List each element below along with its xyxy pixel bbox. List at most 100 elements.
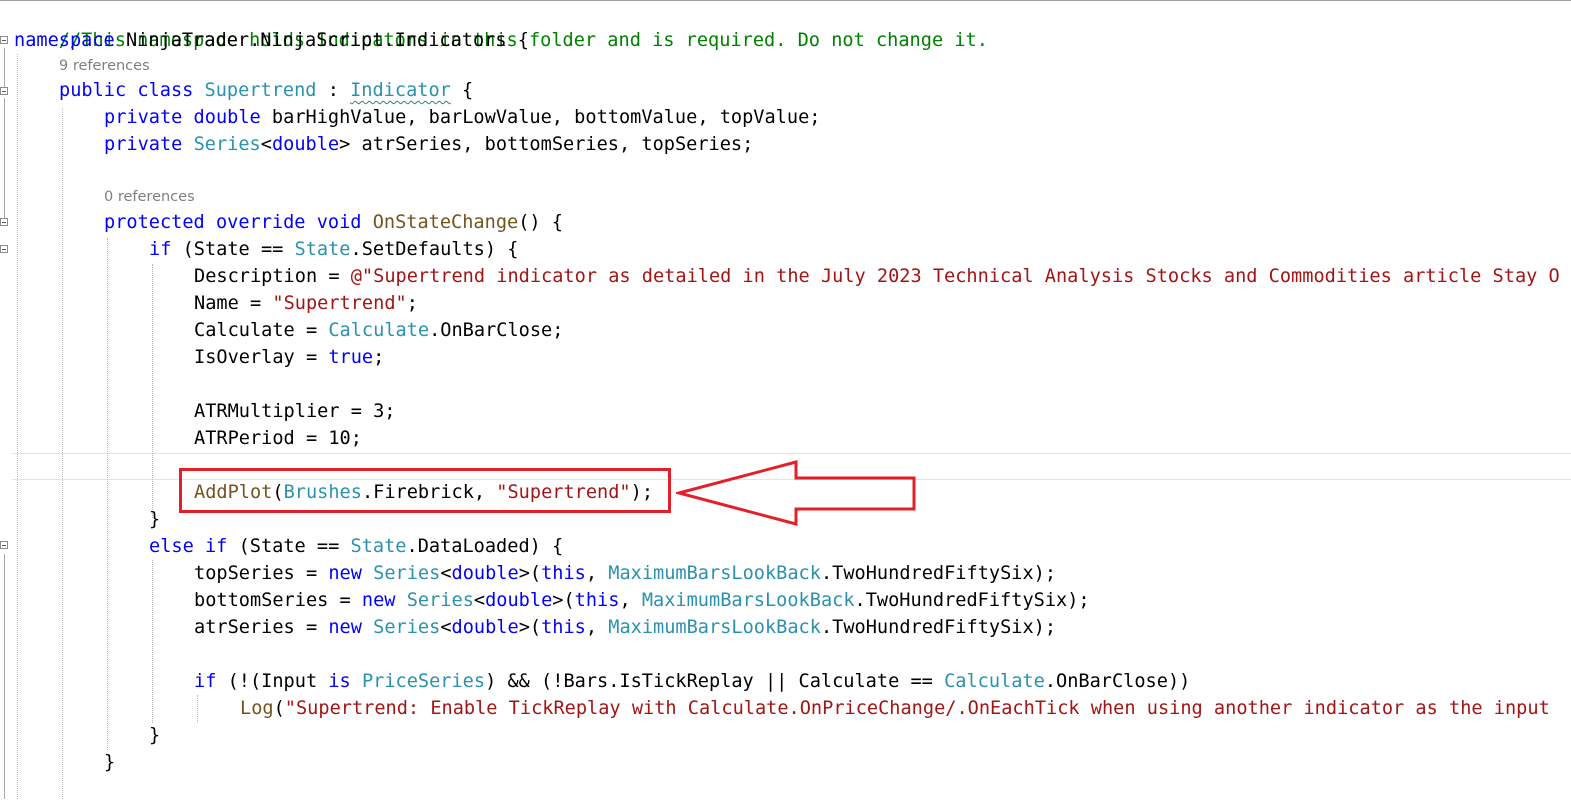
code-editor[interactable]: //This namespace holds Indicators in thi… — [0, 0, 1571, 801]
fold-toggle-class[interactable] — [0, 87, 8, 95]
fold-toggle-if[interactable] — [0, 245, 8, 253]
keyword: this — [574, 590, 620, 611]
code-line-calculate[interactable]: Calculate = Calculate.OnBarClose; — [194, 317, 563, 344]
code-text: IsOverlay = — [194, 347, 329, 368]
code-line-atrseries[interactable]: atrSeries = new Series<double>(this, Max… — [194, 614, 1056, 641]
code-text: ATRMultiplier = 3; — [194, 401, 396, 422]
keyword: private double — [104, 107, 261, 128]
code-line-atrperiod[interactable]: ATRPeriod = 10; — [194, 425, 362, 452]
indent-guide — [62, 108, 63, 799]
fold-toggle-else-if[interactable] — [0, 541, 8, 549]
keyword: if — [149, 239, 172, 260]
keyword: new — [328, 617, 362, 638]
code-line-log[interactable]: Log("Supertrend: Enable TickReplay with … — [240, 695, 1550, 722]
code-text: Name = — [194, 293, 273, 314]
code-text: , — [585, 617, 609, 638]
code-line-topseries[interactable]: topSeries = new Series<double>(this, Max… — [194, 560, 1056, 587]
string-literal: "Supertrend" — [272, 293, 407, 314]
code-line-if-input[interactable]: if (!(Input is PriceSeries) && (!Bars.Is… — [194, 668, 1190, 695]
code-text: NinjaTrader.NinjaScript.Indicators { — [114, 30, 529, 51]
keyword: double — [451, 617, 519, 638]
code-line-namespace[interactable]: namespace NinjaTrader.NinjaScript.Indica… — [14, 27, 529, 54]
keyword: new — [361, 590, 396, 611]
code-line-series-fields[interactable]: private Series<double> atrSeries, bottom… — [104, 131, 753, 158]
code-line-if-setdefaults[interactable]: if (State == State.SetDefaults) { — [149, 236, 518, 263]
base-class-name: Indicator — [350, 80, 451, 101]
type-name: Series — [406, 590, 474, 611]
keyword: true — [328, 347, 374, 368]
code-line-class-decl[interactable]: public class Supertrend : Indicator { — [59, 77, 473, 104]
type-name: State — [350, 536, 407, 557]
highlight-box-annotation — [179, 468, 671, 513]
fold-line — [4, 554, 5, 799]
code-text: } — [104, 752, 116, 773]
indent-guide — [152, 264, 153, 518]
code-line-fields[interactable]: private double barHighValue, barLowValue… — [104, 104, 820, 131]
keyword: new — [328, 563, 362, 584]
code-text: } — [149, 725, 161, 746]
indent-guide — [197, 695, 198, 723]
fold-line — [4, 98, 5, 218]
keyword: public class — [59, 80, 194, 101]
code-text: .OnBarClose; — [429, 320, 564, 341]
code-text: .TwoHundredFiftySix); — [820, 617, 1057, 638]
code-text: (State == — [227, 536, 351, 557]
type-name: Series — [373, 617, 441, 638]
code-line-bottomseries[interactable]: bottomSeries = new Series<double>(this, … — [194, 587, 1090, 614]
keyword: double — [451, 563, 519, 584]
type-name: State — [294, 239, 351, 260]
code-text: >( — [518, 617, 542, 638]
code-text: : — [316, 80, 351, 101]
code-text: Calculate = — [194, 320, 329, 341]
code-line-method-decl[interactable]: protected override void OnStateChange() … — [104, 209, 563, 236]
code-text: .TwoHundredFiftySix); — [854, 590, 1090, 611]
code-line-comment[interactable]: //This namespace holds Indicators in thi… — [14, 0, 988, 51]
fold-toggle-namespace[interactable] — [0, 36, 8, 44]
keyword: protected override void — [104, 212, 362, 233]
code-text: < — [440, 563, 452, 584]
code-text: ( — [273, 698, 285, 719]
code-text: bottomSeries = — [194, 590, 362, 611]
code-line-close-brace[interactable]: } — [149, 506, 160, 533]
type-name: Series — [373, 563, 441, 584]
fold-toggle-method[interactable] — [0, 218, 8, 226]
code-line-isoverlay[interactable]: IsOverlay = true; — [194, 344, 384, 371]
code-line-close-brace[interactable]: } — [149, 722, 160, 749]
code-text: >( — [552, 590, 575, 611]
code-line-close-brace[interactable]: } — [104, 749, 115, 776]
code-line-atrmultiplier[interactable]: ATRMultiplier = 3; — [194, 398, 396, 425]
code-text: < — [440, 617, 452, 638]
code-text: atrSeries = — [194, 617, 329, 638]
code-text: ) && (!Bars.IsTickReplay || Calculate == — [485, 671, 945, 692]
type-name: PriceSeries — [361, 671, 486, 692]
code-text: () { — [518, 212, 563, 233]
code-text: { — [450, 80, 474, 101]
code-text: < — [260, 134, 272, 155]
type-name: MaximumBarsLookBack — [608, 563, 821, 584]
class-name: Supertrend — [204, 80, 317, 101]
string-literal: @"Supertrend indicator as detailed in th… — [350, 266, 1560, 287]
indent-guide — [152, 560, 153, 723]
keyword: if — [194, 671, 217, 692]
type-name: Series — [193, 134, 261, 155]
code-text: .TwoHundredFiftySix); — [820, 563, 1057, 584]
code-text: >( — [518, 563, 542, 584]
code-text: Description = — [194, 266, 351, 287]
references-codelens[interactable]: 9 references — [59, 55, 150, 77]
code-text: ATRPeriod = 10; — [194, 428, 362, 449]
code-line-else-if-dataloaded[interactable]: else if (State == State.DataLoaded) { — [149, 533, 563, 560]
code-text: < — [473, 590, 486, 611]
code-text: ; — [406, 293, 418, 314]
keyword: this — [541, 617, 586, 638]
references-codelens[interactable]: 0 references — [104, 186, 195, 208]
code-text: .OnBarClose)) — [1044, 671, 1191, 692]
code-line-name[interactable]: Name = "Supertrend"; — [194, 290, 418, 317]
keyword: else if — [149, 536, 228, 557]
keyword: is — [328, 671, 351, 692]
code-text: > atrSeries, bottomSeries, topSeries; — [339, 134, 754, 155]
code-text: .SetDefaults) { — [350, 239, 519, 260]
code-text: topSeries = — [194, 563, 329, 584]
keyword: this — [541, 563, 586, 584]
code-line-description[interactable]: Description = @"Supertrend indicator as … — [194, 263, 1560, 290]
method-name: Log — [240, 698, 274, 719]
